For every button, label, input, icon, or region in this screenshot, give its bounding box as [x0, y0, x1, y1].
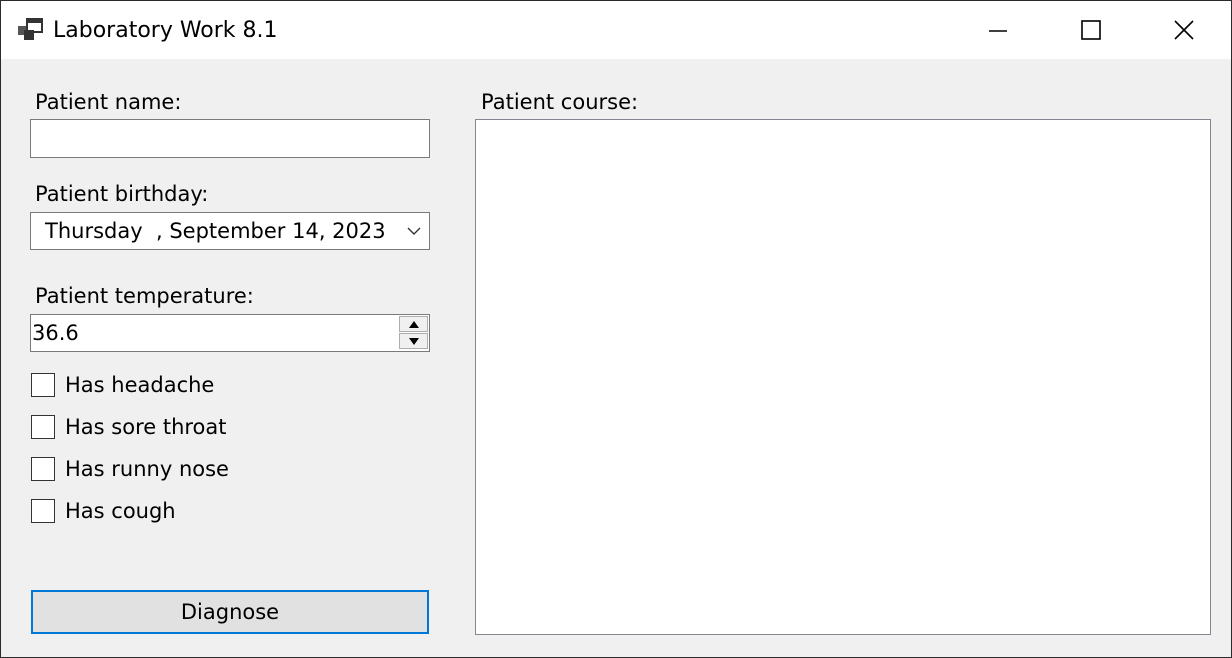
spin-down-button[interactable] [399, 333, 428, 349]
app-window-icon [18, 18, 43, 40]
title-bar[interactable]: Laboratory Work 8.1 [1, 1, 1231, 59]
maximize-button[interactable] [1045, 1, 1137, 59]
patient-temperature-input[interactable]: 36.6 [30, 314, 430, 352]
headache-checkbox[interactable]: Has headache [30, 372, 290, 400]
sore-throat-checkbox[interactable]: Has sore throat [30, 414, 290, 442]
checkbox-square[interactable] [31, 457, 55, 481]
window-title: Laboratory Work 8.1 [53, 18, 278, 43]
checkbox-label: Has sore throat [65, 415, 227, 439]
patient-name-input[interactable] [30, 119, 430, 158]
arrow-down-icon [408, 337, 419, 345]
checkbox-label: Has cough [65, 499, 176, 523]
close-button[interactable] [1138, 1, 1230, 59]
arrow-up-icon [408, 320, 419, 328]
checkbox-square[interactable] [31, 499, 55, 523]
checkbox-square[interactable] [31, 415, 55, 439]
spin-up-button[interactable] [399, 316, 428, 332]
maximize-icon [1081, 20, 1101, 40]
close-icon [1174, 20, 1194, 40]
patient-birthday-label: Patient birthday: [35, 182, 209, 206]
chevron-down-icon[interactable] [407, 225, 421, 237]
runny-nose-checkbox[interactable]: Has runny nose [30, 456, 290, 484]
minimize-button[interactable] [952, 1, 1044, 59]
patient-course-textarea[interactable] [475, 119, 1211, 635]
checkbox-label: Has headache [65, 373, 215, 397]
patient-temperature-label: Patient temperature: [35, 284, 254, 308]
patient-course-label: Patient course: [481, 90, 639, 114]
temperature-value: 36.6 [32, 321, 79, 345]
patient-name-label: Patient name: [35, 90, 182, 114]
checkbox-label: Has runny nose [65, 457, 229, 481]
cough-checkbox[interactable]: Has cough [30, 498, 290, 526]
diagnose-button[interactable]: Diagnose [31, 590, 429, 634]
checkbox-square[interactable] [31, 373, 55, 397]
minimize-icon [989, 30, 1007, 32]
patient-birthday-picker[interactable]: Thursday , September 14, 2023 [30, 212, 430, 250]
main-window: Laboratory Work 8.1 Patient name: Patien… [0, 0, 1232, 658]
birthday-value: Thursday , September 14, 2023 [45, 219, 386, 243]
